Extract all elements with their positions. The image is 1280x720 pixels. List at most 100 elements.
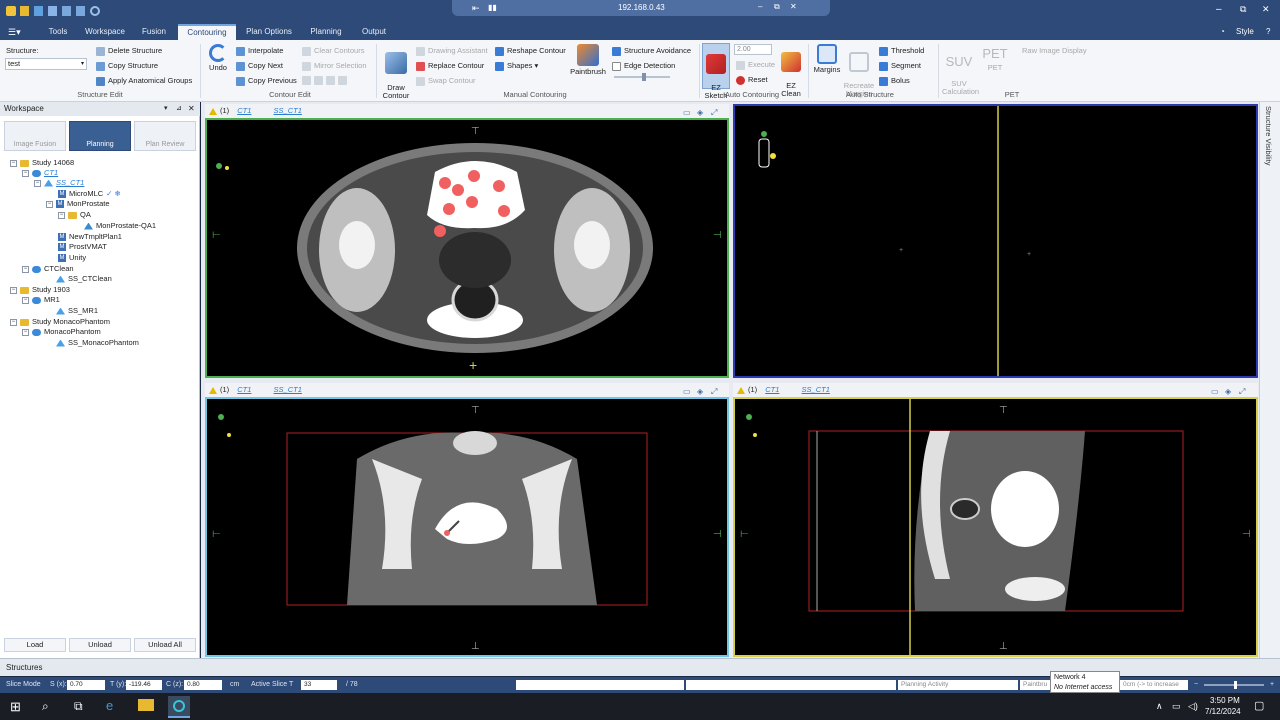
tab-plan-options[interactable]: Plan Options xyxy=(240,24,298,40)
pet-button[interactable]: PET PET xyxy=(980,44,1010,72)
sagittal-viewport[interactable]: (1) CT1 SS_CT1 ▭ ◈ ⤢ ⊤ ⊢ ⊣ ⊥ xyxy=(733,383,1258,657)
copy-previous-button[interactable]: Copy Previous xyxy=(236,75,297,86)
help-icon[interactable]: ? xyxy=(1266,27,1270,36)
dropdown-icon[interactable]: ▾ xyxy=(164,102,168,116)
delete-structure-button[interactable]: Delete Structure xyxy=(96,45,162,56)
s-coordinate-input[interactable]: 0.70 xyxy=(67,680,105,690)
zoom-slider[interactable] xyxy=(1204,681,1264,689)
clear-contours-button[interactable]: Clear Contours xyxy=(302,45,364,56)
axial-viewport[interactable]: (1) CT1 SS_CT1 ▭ ◈ ⤢ ⊤ ⊢ ⊣ + xyxy=(205,104,729,378)
drawing-assistant-button[interactable]: Drawing Assistant xyxy=(416,45,488,56)
raw-image-display-button[interactable]: Raw Image Display xyxy=(1022,45,1087,56)
volume-icon[interactable]: ◁) xyxy=(1188,701,1198,712)
print-icon[interactable] xyxy=(48,6,57,16)
axial-image[interactable]: ⊤ ⊢ ⊣ + xyxy=(205,118,729,378)
collapse-icon[interactable]: − xyxy=(10,286,17,294)
coronal-image[interactable]: ⊤ ⊢ ⊣ ⊥ xyxy=(205,397,729,657)
shapes-button[interactable]: Shapes ▾ xyxy=(495,60,538,71)
plan-review-mode-button[interactable]: Plan Review xyxy=(134,121,196,151)
collapse-icon[interactable]: − xyxy=(22,328,29,336)
open-icon[interactable] xyxy=(20,6,29,16)
tree-item[interactable]: − MR1 xyxy=(22,295,60,305)
tree-item[interactable]: − CT1 xyxy=(22,168,58,178)
tab-contouring[interactable]: Contouring xyxy=(178,24,236,40)
save-icon[interactable] xyxy=(34,6,43,16)
tree-item[interactable]: M NewTmpltPlan1 xyxy=(58,232,122,242)
small-tool-icon[interactable] xyxy=(302,76,311,86)
edge-detection-checkbox[interactable]: Edge Detection xyxy=(612,60,675,71)
file-explorer-icon[interactable] xyxy=(138,699,154,711)
remote-minimize-button[interactable]: – xyxy=(758,2,762,11)
segment-button[interactable]: Segment xyxy=(879,60,921,71)
tree-item[interactable]: MonProstate-QA1 xyxy=(84,221,156,231)
unload-button[interactable]: Unload xyxy=(69,638,131,652)
pin-icon[interactable]: ⇤ xyxy=(472,3,480,14)
tree-item[interactable]: SS_MonacoPhantom xyxy=(56,338,139,348)
c-coordinate-input[interactable]: 0.80 xyxy=(184,680,222,690)
task-view-icon[interactable]: ⧉ xyxy=(74,699,83,714)
tree-item[interactable]: M ProstVMAT xyxy=(58,242,107,252)
slider-thumb[interactable] xyxy=(642,73,646,81)
tree-item[interactable]: − M MonProstate xyxy=(46,199,110,209)
remote-restore-button[interactable]: ⧉ xyxy=(774,2,780,12)
start-icon[interactable]: ⊞ xyxy=(10,699,21,715)
swap-contour-button[interactable]: Swap Contour xyxy=(416,75,476,86)
ct-image-link[interactable]: CT1 xyxy=(237,385,251,394)
apply-anatomical-groups-button[interactable]: Apply Anatomical Groups xyxy=(96,75,192,86)
monaco-app-icon[interactable] xyxy=(168,696,190,718)
tree-item[interactable]: SS_MR1 xyxy=(56,306,98,316)
zoom-in-icon[interactable]: + xyxy=(1270,677,1274,693)
tree-item[interactable]: − Study 14068 xyxy=(10,158,74,168)
tab-output[interactable]: Output xyxy=(354,24,394,40)
threshold-button[interactable]: Threshold xyxy=(879,45,924,56)
small-tool-icon[interactable] xyxy=(326,76,335,86)
tab-workspace[interactable]: Workspace xyxy=(80,24,130,40)
tree-item[interactable]: SS_CTClean xyxy=(56,274,112,284)
structure-set-link[interactable]: SS_CT1 xyxy=(274,106,302,115)
tree-item[interactable]: M MicroMLC ✓ ❄ xyxy=(58,189,121,199)
tree-item[interactable]: − Study 1903 xyxy=(10,285,70,295)
mirror-selection-button[interactable]: Mirror Selection xyxy=(302,60,367,71)
pin-icon[interactable]: ⊿ xyxy=(176,102,182,116)
3d-viewport[interactable]: + + xyxy=(733,104,1258,378)
restore-button[interactable]: ⧉ xyxy=(1240,4,1246,15)
structure-select[interactable]: test ▾ xyxy=(5,58,87,70)
remote-close-button[interactable]: ✕ xyxy=(790,2,797,11)
load-button[interactable]: Load xyxy=(4,638,66,652)
clock-time[interactable]: 3:50 PM xyxy=(1210,696,1240,705)
undo-button[interactable]: Undo xyxy=(204,44,232,72)
clock-date[interactable]: 7/12/2024 xyxy=(1205,707,1241,716)
draw-contour-button[interactable]: Draw Contour xyxy=(380,44,412,100)
image-fusion-mode-button[interactable]: Image Fusion xyxy=(4,121,66,151)
close-button[interactable]: ✕ xyxy=(1262,4,1270,15)
coronal-viewport[interactable]: (1) CT1 SS_CT1 ▭ ◈ ⤢ ⊤ ⊢ ⊣ ⊥ xyxy=(205,383,729,657)
collapse-icon[interactable]: − xyxy=(46,200,53,208)
collapse-icon[interactable]: − xyxy=(22,265,29,273)
ez-sketch-value-input[interactable]: 2.00 xyxy=(734,44,772,55)
structure-set-link[interactable]: SS_CT1 xyxy=(802,385,830,394)
margins-button[interactable]: Margins xyxy=(812,44,842,74)
t-coordinate-input[interactable]: -119.46 xyxy=(126,680,162,690)
tree-item[interactable]: M Unity xyxy=(58,253,86,263)
tree-item[interactable]: − QA xyxy=(58,210,91,220)
edge-browser-icon[interactable]: e xyxy=(106,698,113,713)
collapse-icon[interactable]: − xyxy=(22,296,29,304)
tool2-icon[interactable] xyxy=(76,6,85,16)
chevron-up-icon[interactable]: ∧ xyxy=(1156,701,1163,712)
ez-sketch-button[interactable]: EZ Sketch xyxy=(702,43,730,100)
zoom-icon[interactable] xyxy=(90,6,100,16)
tool-icon[interactable] xyxy=(62,6,71,16)
unload-all-button[interactable]: Unload All xyxy=(134,638,196,652)
collapse-icon[interactable]: − xyxy=(58,211,65,219)
copy-next-button[interactable]: Copy Next xyxy=(236,60,283,71)
tree-item[interactable]: − MonacoPhantom xyxy=(22,327,101,337)
structure-visibility-sidebar[interactable]: Structure Visibility xyxy=(1259,102,1280,658)
paintbrush-button[interactable]: Paintbrush xyxy=(566,44,610,76)
structure-set-link[interactable]: SS_CT1 xyxy=(274,385,302,394)
tab-planning[interactable]: Planning xyxy=(302,24,350,40)
tree-item[interactable]: − SS_CT1 xyxy=(34,178,84,188)
zoom-out-icon[interactable]: − xyxy=(1194,677,1198,693)
replace-contour-button[interactable]: Replace Contour xyxy=(416,60,484,71)
search-icon[interactable]: ⌕ xyxy=(42,699,49,714)
style-menu[interactable]: Style xyxy=(1236,27,1254,36)
